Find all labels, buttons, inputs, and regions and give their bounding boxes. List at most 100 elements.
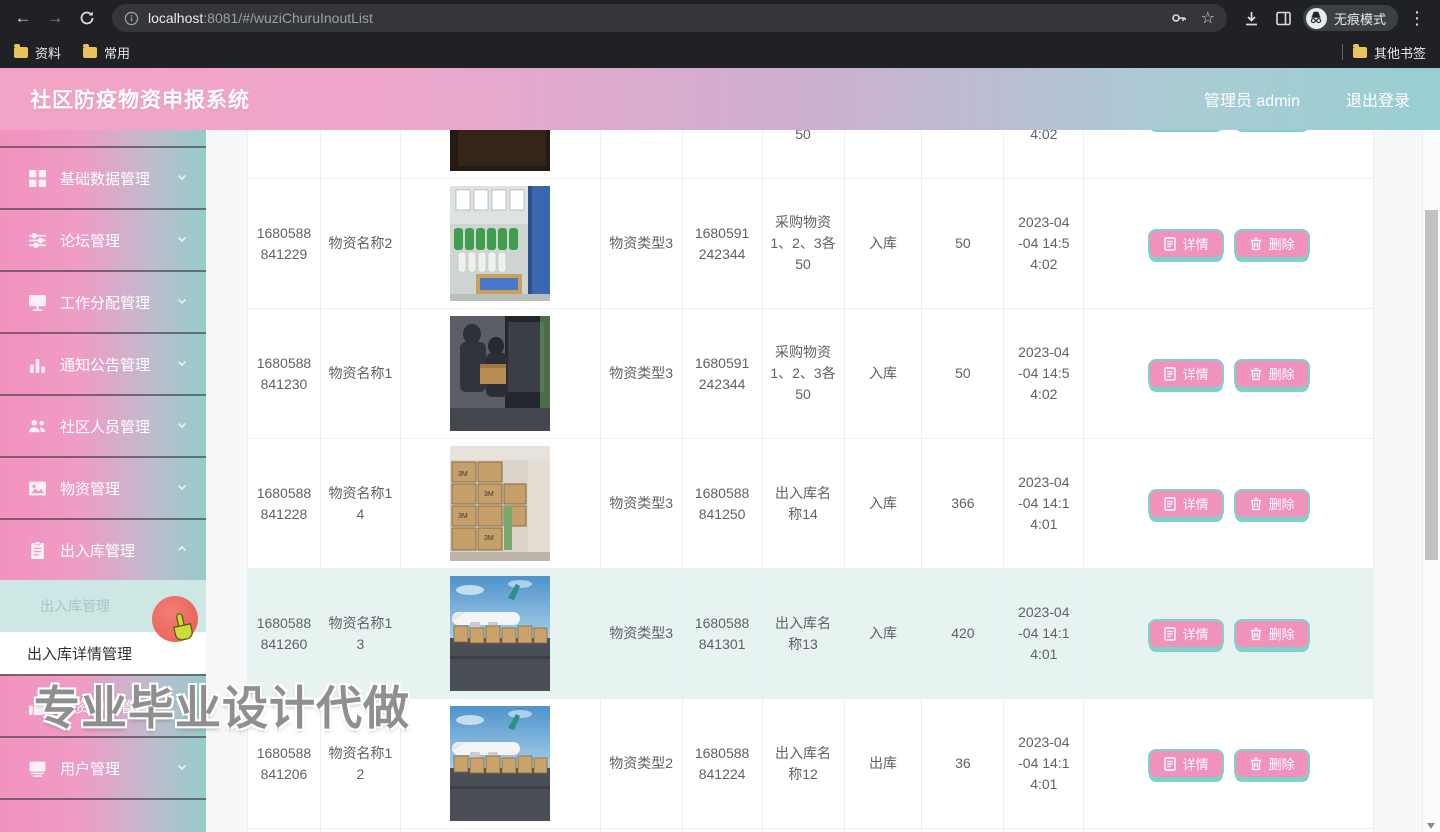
scrollbar-thumb[interactable] [1425, 210, 1438, 560]
table-row: 1680588841206物资名称12物资类型21680588841224出入库… [247, 699, 1374, 829]
chevron-down-icon [176, 356, 188, 373]
cell-date: 2023-04-04 14:14:01 [1004, 699, 1084, 828]
logout-link[interactable]: 退出登录 [1346, 87, 1410, 111]
reload-icon[interactable] [74, 5, 100, 31]
incognito-icon [1306, 8, 1327, 29]
cell-date: 2023-04-04 14:54:02 [1004, 309, 1084, 438]
cell-actions: 详情 删除 [1084, 569, 1374, 698]
delete-button-label: 删除 [1269, 364, 1295, 383]
cell-actions: 详情 删除 [1084, 179, 1374, 308]
svg-text:3M: 3M [484, 535, 494, 542]
cell-inout-name: 出入库名称12 [763, 699, 845, 828]
detail-button-label: 详情 [1183, 624, 1209, 643]
cell-ref-id: 1680588841250 [683, 439, 763, 568]
url-path: :8081/#/wuziChuruInoutList [203, 10, 373, 26]
sidebar-top-spacer [0, 130, 206, 146]
table-row: 1680588841265物资名称3物资类型21680591242344采购物资… [247, 130, 1374, 179]
cell-count: 366 [922, 439, 1004, 568]
sidebar-item-6[interactable]: 物资管理 [0, 456, 206, 518]
detail-button[interactable]: 详情 [1148, 229, 1224, 259]
key-icon[interactable] [1171, 10, 1187, 26]
cell-date: 2023-04-04 14:54:02 [1004, 179, 1084, 308]
folder-icon [14, 47, 28, 58]
cell-material-photo [401, 179, 601, 308]
sidebar-item-5[interactable]: 社区人员管理 [0, 394, 206, 456]
sidebar-item-label: 物资管理 [60, 478, 120, 499]
cell-material-type: 物资类型3 [601, 569, 683, 698]
bookmark-star-icon[interactable]: ☆ [1201, 8, 1215, 28]
side-panel-icon[interactable] [1271, 5, 1297, 31]
other-bookmarks[interactable]: 其他书签 [1353, 43, 1426, 62]
delete-button[interactable]: 删除 [1234, 359, 1310, 389]
monitor-icon [28, 293, 47, 312]
sidebar-item-2[interactable]: 论坛管理 [0, 208, 206, 270]
cell-direction: 入库 [845, 309, 923, 438]
cell-inout-name: 采购物资1、2、3各50 [763, 130, 845, 178]
detail-button-label: 详情 [1183, 494, 1209, 513]
cell-inout-name: 采购物资1、2、3各50 [763, 179, 845, 308]
cell-material-type: 物资类型2 [601, 699, 683, 828]
sidebar-item-3[interactable]: 工作分配管理 [0, 270, 206, 332]
admin-user-label[interactable]: 管理员 admin [1204, 87, 1300, 111]
sidebar-item-4[interactable]: 通知公告管理 [0, 332, 206, 394]
cell-material-photo [401, 309, 601, 438]
forward-icon[interactable]: → [42, 5, 68, 31]
detail-button[interactable]: 详情 [1148, 749, 1224, 779]
sidebar-subitem-label: 出入库详情管理 [27, 643, 132, 664]
sidebar-item-1[interactable]: 基础数据管理 [0, 146, 206, 208]
cell-count: 50 [922, 130, 1004, 178]
content-scrollbar[interactable] [1422, 130, 1440, 832]
cell-count: 420 [922, 569, 1004, 698]
svg-text:3M: 3M [458, 471, 468, 478]
cell-count: 50 [922, 309, 1004, 438]
menu-dots-icon[interactable]: ⋮ [1404, 5, 1430, 31]
bookmark-item-0[interactable]: 资料 [14, 43, 61, 62]
sidebar-bottom-divider [0, 798, 206, 816]
chevron-down-icon [176, 418, 188, 435]
svg-text:3M: 3M [458, 513, 468, 520]
detail-button[interactable]: 详情 [1148, 359, 1224, 389]
detail-button[interactable]: 详情 [1148, 489, 1224, 519]
bookmarks-divider [1342, 44, 1343, 60]
sidebar-item-7[interactable]: 出入库管理 [0, 518, 206, 580]
image-icon [28, 479, 47, 498]
download-icon[interactable] [1239, 5, 1265, 31]
sidebar-item-9[interactable]: 用户管理 [0, 736, 206, 798]
cell-date: 2023-04-04 14:54:02 [1004, 130, 1084, 178]
sidebar-item-label: 基础数据管理 [60, 168, 150, 189]
sidebar-item-label: 论坛管理 [60, 230, 120, 251]
delete-button[interactable]: 删除 [1234, 619, 1310, 649]
chevron-down-icon [176, 294, 188, 311]
cell-actions: 详情 删除 [1084, 439, 1374, 568]
cell-inout-name: 出入库名称14 [763, 439, 845, 568]
cell-date: 2023-04-04 14:14:01 [1004, 569, 1084, 698]
cell-material-name: 物资名称2 [321, 179, 401, 308]
table-row: 1680588841228物资名称143M3M3M3M物资类型316805888… [247, 439, 1374, 569]
scrollbar-down-arrow[interactable] [1427, 823, 1435, 829]
table-row: 1680588841260物资名称13物资类型31680588841301出入库… [247, 569, 1374, 699]
info-icon[interactable] [124, 11, 139, 26]
users-icon [28, 417, 47, 436]
cell-direction: 入库 [845, 439, 923, 568]
delete-button-label: 删除 [1269, 624, 1295, 643]
delete-button-label: 删除 [1269, 234, 1295, 253]
detail-button-label: 详情 [1183, 754, 1209, 773]
cell-material-type: 物资类型3 [601, 309, 683, 438]
inout-table: 1680588841265物资名称3物资类型21680591242344采购物资… [247, 130, 1374, 832]
delete-button[interactable]: 删除 [1234, 489, 1310, 519]
address-bar[interactable]: localhost:8081/#/wuziChuruInoutList ☆ [112, 4, 1227, 32]
delete-button[interactable]: 删除 [1234, 229, 1310, 259]
browser-chrome: ← → localhost:8081/#/wuziChuruInoutList … [0, 0, 1440, 68]
other-bookmarks-label: 其他书签 [1374, 43, 1426, 62]
recording-cursor [152, 596, 202, 648]
detail-button[interactable]: 详情 [1148, 619, 1224, 649]
cell-material-photo [401, 699, 601, 828]
incognito-badge: 无痕模式 [1303, 5, 1398, 31]
cell-material-type: 物资类型2 [601, 130, 683, 178]
cell-inout-name: 出入库名称13 [763, 569, 845, 698]
back-icon[interactable]: ← [10, 5, 36, 31]
chevron-down-icon [176, 232, 188, 249]
cell-ref-id: 1680588841224 [683, 699, 763, 828]
bookmark-item-1[interactable]: 常用 [83, 43, 130, 62]
delete-button[interactable]: 删除 [1234, 749, 1310, 779]
